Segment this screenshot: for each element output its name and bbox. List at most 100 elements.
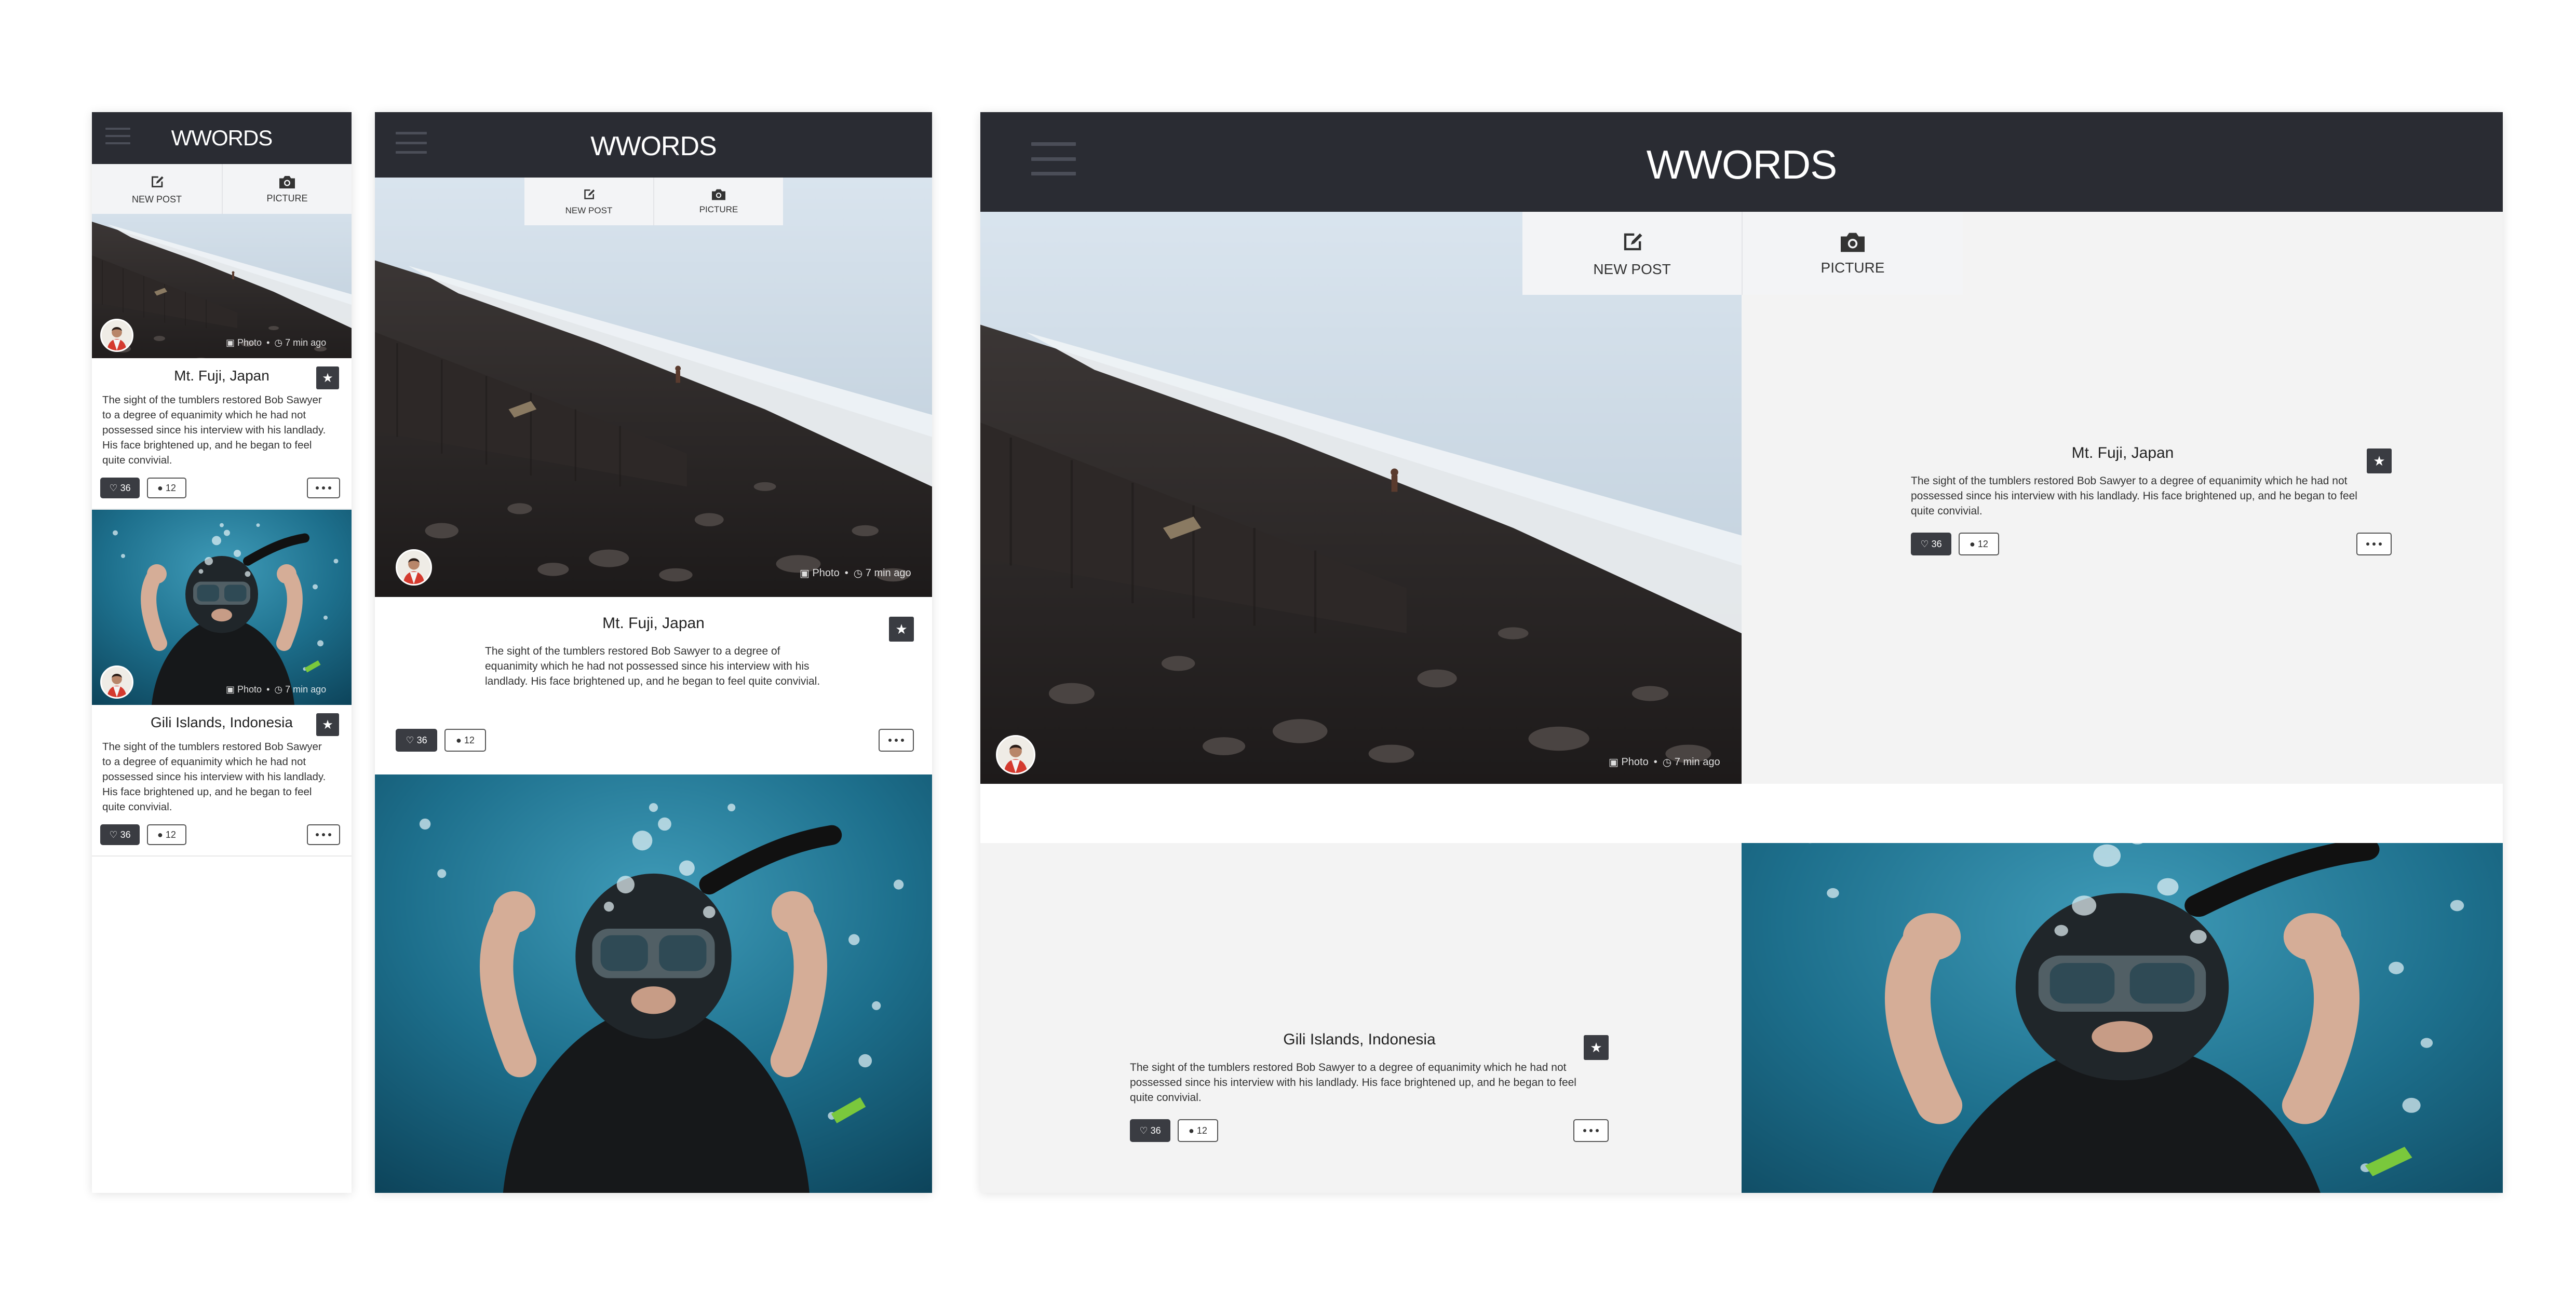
comment-icon: ● bbox=[1189, 1125, 1194, 1136]
more-button[interactable] bbox=[307, 824, 340, 845]
edit-icon bbox=[584, 189, 595, 200]
post-text: The sight of the tumblers restored Bob S… bbox=[1911, 475, 2357, 517]
post-title: Mt. Fuji, Japan bbox=[602, 615, 705, 632]
camera-icon: ▣ bbox=[226, 684, 235, 695]
post-title: Gili Islands, Indonesia bbox=[1283, 1031, 1436, 1048]
like-button[interactable]: ♡ 36 bbox=[1911, 533, 1951, 555]
star-button[interactable]: ★ bbox=[316, 713, 339, 736]
action-bar: NEW POST PICTURE bbox=[92, 164, 352, 214]
like-button[interactable]: ♡ 36 bbox=[1130, 1119, 1170, 1142]
new-post-label: NEW POST bbox=[565, 206, 613, 215]
more-button[interactable] bbox=[307, 478, 340, 498]
more-icon bbox=[2365, 542, 2383, 546]
comment-button[interactable]: ● 12 bbox=[147, 478, 186, 498]
post-title: Mt. Fuji, Japan bbox=[174, 368, 269, 384]
meta-time: 7 min ago bbox=[865, 567, 911, 579]
section-gap bbox=[980, 784, 2503, 843]
camera-icon bbox=[712, 189, 725, 200]
action-bar: NEW POST PICTURE bbox=[1522, 212, 1963, 295]
app-title: WWORDS bbox=[1646, 142, 1838, 187]
post-text: The sight of the tumblers restored Bob S… bbox=[1130, 1062, 1576, 1104]
star-icon: ★ bbox=[322, 717, 333, 732]
edit-icon bbox=[151, 176, 164, 188]
clock-icon: ◷ bbox=[853, 568, 863, 579]
mountain-photo bbox=[980, 212, 1742, 784]
more-button[interactable] bbox=[2356, 533, 2392, 555]
heart-icon: ♡ bbox=[109, 829, 118, 840]
device-medium: WWORDS NEW POST PICTURE ▣ Photo • ◷ 7 min … bbox=[375, 112, 932, 1193]
picture-button[interactable]: PICTURE bbox=[1742, 212, 1963, 295]
meta-type: Photo bbox=[237, 337, 262, 348]
heart-icon: ♡ bbox=[1139, 1125, 1148, 1136]
comment-button[interactable]: ● 12 bbox=[147, 824, 186, 845]
new-post-button[interactable]: NEW POST bbox=[92, 164, 222, 214]
star-button[interactable]: ★ bbox=[2367, 448, 2392, 473]
post-photo[interactable] bbox=[980, 212, 1742, 784]
app-bar: WWORDS bbox=[92, 112, 352, 164]
comment-button[interactable]: ● 12 bbox=[1959, 533, 1999, 555]
post-title: Gili Islands, Indonesia bbox=[151, 714, 293, 730]
app-title: WWORDS bbox=[171, 126, 273, 150]
divider bbox=[92, 855, 352, 857]
picture-button[interactable]: PICTURE bbox=[222, 164, 352, 214]
post-title: Mt. Fuji, Japan bbox=[2071, 444, 2174, 461]
meta-time: 7 min ago bbox=[285, 337, 327, 348]
clock-icon: ◷ bbox=[1662, 757, 1672, 768]
edit-icon bbox=[1623, 233, 1642, 252]
post-meta: ▣ Photo • ◷ 7 min ago bbox=[226, 684, 327, 695]
comment-count: 12 bbox=[1196, 1125, 1207, 1136]
post-photo[interactable] bbox=[375, 178, 932, 597]
comment-icon: ● bbox=[456, 735, 462, 745]
avatar[interactable] bbox=[996, 735, 1035, 774]
more-button[interactable] bbox=[1573, 1119, 1609, 1142]
more-icon bbox=[314, 833, 333, 836]
post-meta: ▣ Photo • ◷ 7 min ago bbox=[1609, 756, 1720, 768]
action-bar: NEW POST PICTURE bbox=[524, 178, 783, 225]
camera-icon bbox=[279, 175, 295, 188]
comment-count: 12 bbox=[165, 482, 176, 493]
picture-label: PICTURE bbox=[266, 193, 308, 203]
device-small: WWORDS NEW POST PICTURE ▣ Photo • ◷ 7 min … bbox=[92, 112, 352, 1193]
avatar[interactable] bbox=[100, 665, 133, 699]
app-bar: WWORDS bbox=[375, 112, 932, 178]
like-button[interactable]: ♡ 36 bbox=[100, 478, 140, 498]
new-post-button[interactable]: NEW POST bbox=[1522, 212, 1742, 295]
post-photo[interactable] bbox=[1742, 843, 2503, 1193]
picture-label: PICTURE bbox=[1820, 260, 1885, 276]
camera-icon: ▣ bbox=[800, 568, 810, 579]
avatar[interactable] bbox=[100, 319, 133, 352]
like-button[interactable]: ♡ 36 bbox=[100, 824, 140, 845]
heart-icon: ♡ bbox=[1920, 538, 1929, 549]
diver-photo bbox=[1742, 843, 2503, 1193]
picture-label: PICTURE bbox=[699, 205, 738, 214]
meta-type: Photo bbox=[1621, 756, 1649, 768]
star-icon: ★ bbox=[1590, 1039, 1602, 1055]
star-button[interactable]: ★ bbox=[316, 366, 339, 389]
meta-time: 7 min ago bbox=[1674, 756, 1720, 768]
like-count: 36 bbox=[120, 482, 131, 493]
camera-icon: ▣ bbox=[226, 337, 235, 348]
post-photo[interactable] bbox=[375, 774, 932, 1193]
more-icon bbox=[314, 486, 333, 490]
comment-icon: ● bbox=[157, 829, 163, 840]
comment-count: 12 bbox=[165, 829, 176, 840]
new-post-button[interactable]: NEW POST bbox=[524, 178, 653, 225]
post-text: The sight of the tumblers restored Bob S… bbox=[102, 741, 326, 813]
app-bar: WWORDS bbox=[980, 112, 2503, 212]
like-count: 36 bbox=[416, 735, 427, 745]
post-meta: ▣ Photo • ◷ 7 min ago bbox=[800, 567, 911, 579]
avatar[interactable] bbox=[396, 549, 432, 586]
device-large: WWORDS NEW POST PICTURE ▣ Photo • ◷ 7 min … bbox=[980, 112, 2503, 1193]
like-button[interactable]: ♡ 36 bbox=[396, 729, 437, 752]
picture-button[interactable]: PICTURE bbox=[653, 178, 783, 225]
comment-count: 12 bbox=[1977, 538, 1988, 549]
star-button[interactable]: ★ bbox=[889, 617, 914, 642]
comment-button[interactable]: ● 12 bbox=[1178, 1119, 1218, 1142]
mountain-photo bbox=[375, 178, 932, 597]
more-button[interactable] bbox=[879, 729, 914, 752]
comment-button[interactable]: ● 12 bbox=[444, 729, 486, 752]
star-icon: ★ bbox=[895, 621, 908, 637]
comment-icon: ● bbox=[1970, 538, 1975, 549]
star-button[interactable]: ★ bbox=[1584, 1035, 1609, 1060]
heart-icon: ♡ bbox=[109, 482, 118, 493]
